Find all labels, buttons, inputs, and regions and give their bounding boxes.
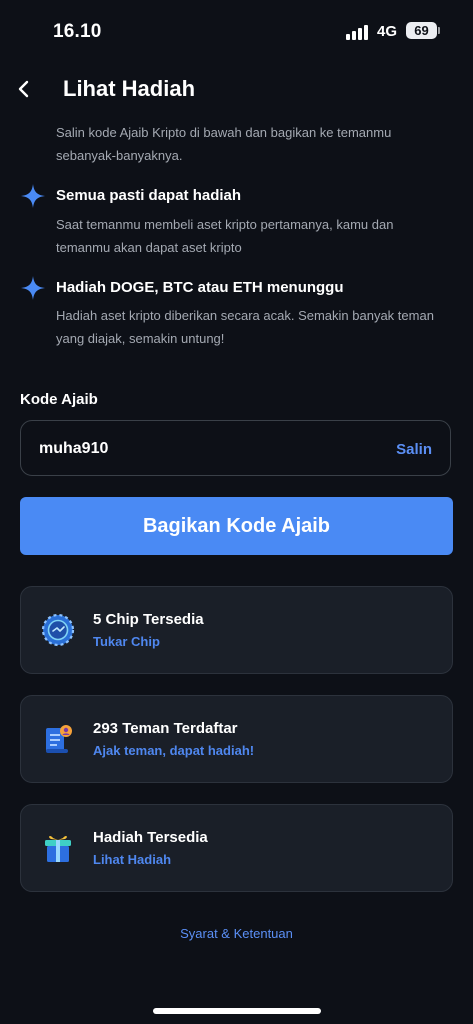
chips-card-link[interactable]: Tukar Chip (93, 634, 160, 649)
feature-title: Hadiah DOGE, BTC atau ETH menunggu (56, 279, 344, 296)
feature-description: Saat temanmu membeli aset kripto pertama… (56, 217, 394, 255)
friends-card-link[interactable]: Ajak teman, dapat hadiah! (93, 743, 254, 758)
copy-button[interactable]: Salin (396, 441, 432, 458)
sparkle-icon (21, 276, 45, 300)
code-label: Kode Ajaib (20, 391, 98, 408)
back-button[interactable] (12, 76, 38, 102)
chip-icon (41, 613, 75, 647)
friend-list-icon (46, 725, 72, 753)
sparkle-icon (21, 184, 45, 208)
network-type: 4G (377, 23, 398, 40)
page-title: Lihat Hadiah (63, 76, 196, 101)
signal-icon (346, 25, 370, 40)
share-code-button[interactable]: Bagikan Kode Ajaib (20, 497, 453, 555)
feature-description: Hadiah aset kripto diberikan secara acak… (56, 308, 434, 346)
terms-link[interactable]: Syarat & Ketentuan (0, 926, 473, 941)
status-time: 16.10 (53, 21, 102, 42)
referral-code-field: muha910 Salin (20, 420, 451, 476)
chips-card[interactable]: 5 Chip Tersedia Tukar Chip (20, 586, 453, 674)
battery-tip (438, 27, 440, 34)
battery-icon: 69 (406, 22, 437, 39)
gift-box-icon (45, 836, 71, 862)
intro-text: Salin kode Ajaib Kripto di bawah dan bag… (56, 125, 392, 163)
referral-code-value: muha910 (39, 440, 109, 457)
rewards-card[interactable]: Hadiah Tersedia Lihat Hadiah (20, 804, 453, 892)
rewards-card-link[interactable]: Lihat Hadiah (93, 852, 171, 867)
feature-title: Semua pasti dapat hadiah (56, 187, 242, 204)
chips-card-title: 5 Chip Tersedia (93, 611, 204, 628)
chevron-left-icon (18, 80, 29, 98)
status-bar: 16.10 4G 69 (0, 0, 473, 60)
friends-card[interactable]: 293 Teman Terdaftar Ajak teman, dapat ha… (20, 695, 453, 783)
home-indicator[interactable] (153, 1008, 321, 1014)
friends-card-title: 293 Teman Terdaftar (93, 720, 238, 737)
rewards-card-title: Hadiah Tersedia (93, 829, 208, 846)
